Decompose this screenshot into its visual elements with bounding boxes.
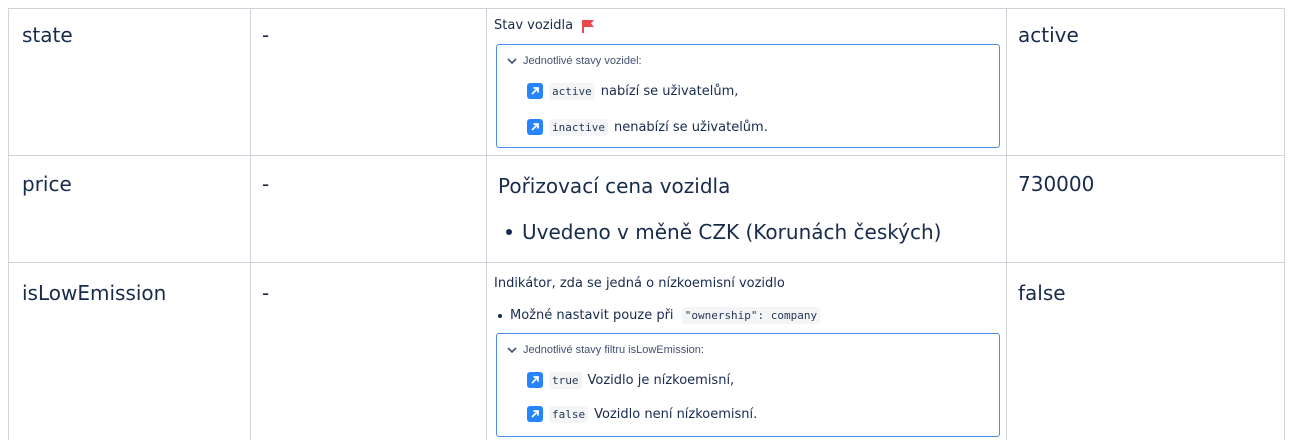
description-bullet: Možné nastavit pouze při "ownership": co… <box>498 307 821 324</box>
table-row-divider <box>8 8 1284 9</box>
table-row-divider <box>8 155 1284 156</box>
property-name: state <box>22 23 73 47</box>
state-code: false <box>549 405 589 423</box>
arrow-up-right-icon[interactable] <box>527 83 543 99</box>
table-col-divider <box>250 8 251 440</box>
red-flag-icon <box>582 19 595 33</box>
chevron-down-icon[interactable] <box>507 346 517 354</box>
state-text: Vozidlo není nízkoemisní. <box>594 406 758 422</box>
description-title-text: Stav vozidla <box>494 18 574 33</box>
chevron-down-icon[interactable] <box>507 57 517 65</box>
table-row-divider <box>8 262 1284 263</box>
state-code: active <box>549 82 595 100</box>
arrow-up-right-icon[interactable] <box>527 119 543 135</box>
table-col-divider <box>486 8 487 440</box>
example-value: false <box>1018 281 1066 305</box>
list-item: inactive nenabízí se uživatelům. <box>527 117 768 137</box>
table-col-divider <box>8 8 9 440</box>
list-item: true Vozidlo je nízkoemisní, <box>527 370 734 390</box>
state-text: Vozidlo je nízkoemisní, <box>587 372 735 388</box>
example-value: active <box>1018 23 1079 47</box>
list-item: false Vozidlo není nízkoemisní. <box>527 404 757 424</box>
arrow-up-right-icon[interactable] <box>527 372 543 388</box>
description-bullet: Uvedeno v měně CZK (Korunách českých) <box>506 220 941 244</box>
example-value: 730000 <box>1018 172 1095 196</box>
description-title: Stav vozidla <box>494 18 595 34</box>
property-name: isLowEmission <box>22 281 167 305</box>
property-required: - <box>262 23 270 47</box>
property-required: - <box>262 281 270 305</box>
expand-panel[interactable]: Jednotlivé stavy filtru isLowEmission: t… <box>496 333 1000 437</box>
state-text: nabízí se uživatelům, <box>600 83 739 99</box>
state-text: nenabízí se uživatelům. <box>613 119 768 135</box>
bullet-dot <box>506 228 512 235</box>
description-title: Pořizovací cena vozidla <box>498 174 731 198</box>
expand-title: Jednotlivé stavy vozidel: <box>523 55 642 67</box>
state-code: inactive <box>549 118 608 136</box>
bullet-text: Možné nastavit pouze při <box>510 308 674 323</box>
state-code: true <box>549 371 582 389</box>
property-name: price <box>22 172 72 196</box>
property-required: - <box>262 172 270 196</box>
arrow-up-right-icon[interactable] <box>527 406 543 422</box>
table-col-divider <box>1284 8 1285 440</box>
expand-header[interactable]: Jednotlivé stavy vozidel: <box>507 55 642 67</box>
expand-panel[interactable]: Jednotlivé stavy vozidel: active nabízí … <box>496 44 1000 148</box>
bullet-code: "ownership": company <box>681 307 821 324</box>
bullet-text: Uvedeno v měně CZK (Korunách českých) <box>522 220 942 244</box>
description-title: Indikátor, zda se jedná o nízkoemisní vo… <box>494 276 785 291</box>
expand-title: Jednotlivé stavy filtru isLowEmission: <box>523 344 704 356</box>
table-col-divider <box>1006 8 1007 440</box>
bullet-dot <box>498 313 502 318</box>
list-item: active nabízí se uživatelům, <box>527 81 738 101</box>
expand-header[interactable]: Jednotlivé stavy filtru isLowEmission: <box>507 344 704 356</box>
